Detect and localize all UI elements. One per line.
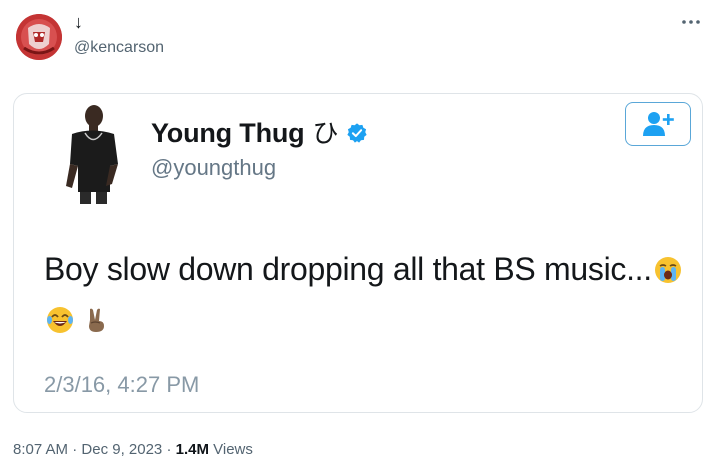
quoted-tweet-card[interactable]: Young Thug ひ @youngthug Boy slow down dr…: [13, 93, 703, 413]
post-time[interactable]: 8:07 AM: [13, 441, 68, 458]
quoted-avatar: [52, 100, 130, 204]
meta-separator: ·: [68, 441, 82, 458]
author-handle[interactable]: @kencarson: [74, 38, 164, 58]
add-user-icon: [643, 112, 674, 136]
quoted-handle: @youngthug: [151, 155, 277, 180]
quoted-name-row: Young Thug ひ: [151, 116, 368, 150]
author-name[interactable]: ↓: [74, 12, 83, 32]
post-meta: 8:07 AM · Dec 9, 2023 · 1.4M Views: [13, 440, 253, 460]
tears-of-joy-face-icon: [47, 307, 73, 333]
meta-separator: ·: [162, 441, 176, 458]
quoted-display-name: Young Thug: [151, 118, 305, 148]
more-dots-icon: [682, 20, 700, 24]
quoted-timestamp: 2/3/16, 4:27 PM: [44, 372, 200, 397]
more-options-button[interactable]: [676, 10, 706, 34]
red-stamp-avatar-icon: [16, 14, 62, 60]
quoted-name-glyph: ひ: [312, 118, 339, 148]
quoted-tweet-text: Boy slow down dropping all that BS music…: [44, 244, 684, 344]
views-link[interactable]: 1.4M Views: [176, 441, 253, 458]
person-photo-icon: [52, 100, 130, 204]
follow-button[interactable]: [625, 102, 691, 146]
views-label: Views: [208, 441, 253, 458]
loudly-crying-face-icon: [654, 257, 681, 283]
author-avatar[interactable]: [16, 14, 62, 60]
quoted-tweet-body: Boy slow down dropping all that BS music…: [44, 251, 652, 287]
post-date[interactable]: Dec 9, 2023: [81, 441, 162, 458]
views-count: 1.4M: [175, 441, 209, 458]
post: ↓ @kencarson Young Thug ひ @youngthug Boy…: [0, 0, 720, 475]
victory-hand-icon: [89, 308, 104, 332]
verified-badge-icon: [347, 123, 368, 143]
